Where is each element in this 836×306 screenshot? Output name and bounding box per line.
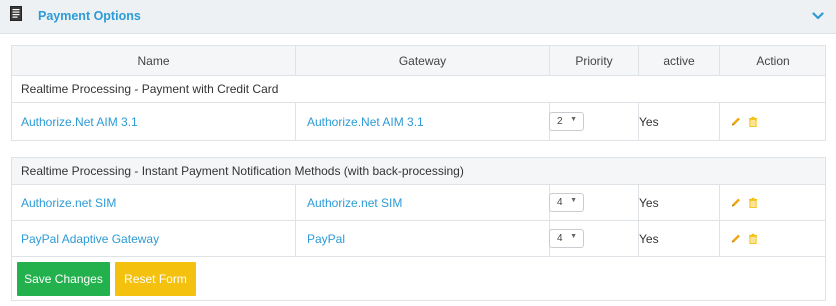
priority-select[interactable]: 4 ▼: [549, 193, 584, 212]
group-row: Realtime Processing - Instant Payment No…: [11, 157, 826, 185]
trash-icon[interactable]: [748, 116, 758, 127]
table-row: Authorize.Net AIM 3.1 Authorize.Net AIM …: [11, 103, 826, 141]
group-title: Realtime Processing - Instant Payment No…: [21, 164, 464, 178]
active-status: Yes: [639, 114, 659, 129]
priority-value: 4: [557, 197, 563, 208]
group-row: Realtime Processing - Payment with Credi…: [11, 76, 826, 103]
caret-down-icon: ▼: [570, 233, 577, 240]
caret-down-icon: ▼: [570, 197, 577, 204]
header-name: Name: [137, 53, 170, 68]
table-row: PayPal Adaptive Gateway PayPal 4 ▼ Yes: [11, 221, 826, 257]
priority-value: 4: [557, 233, 563, 244]
chevron-down-icon[interactable]: [812, 11, 824, 21]
priority-value: 2: [557, 116, 563, 127]
priority-select[interactable]: 2 ▼: [549, 112, 584, 131]
table-header: Name Gateway Priority active Action: [11, 45, 826, 76]
header-action: Action: [756, 53, 790, 68]
row-actions: [731, 233, 758, 244]
priority-select[interactable]: 4 ▼: [549, 229, 584, 248]
pencil-icon[interactable]: [731, 233, 741, 244]
trash-icon[interactable]: [748, 233, 758, 244]
caret-down-icon: ▼: [570, 116, 577, 123]
header-active: active: [663, 53, 695, 68]
document-icon: [10, 6, 22, 21]
panel-header[interactable]: Payment Options: [0, 0, 836, 34]
row-actions: [731, 197, 758, 208]
pencil-icon[interactable]: [731, 116, 741, 127]
method-name-link[interactable]: Authorize.Net AIM 3.1: [21, 115, 138, 129]
save-changes-button[interactable]: Save Changes: [17, 262, 110, 296]
table-row: Authorize.net SIM Authorize.net SIM 4 ▼ …: [11, 185, 826, 221]
gateway-link[interactable]: Authorize.Net AIM 3.1: [307, 115, 424, 129]
method-name-link[interactable]: PayPal Adaptive Gateway: [21, 232, 159, 246]
panel-title: Payment Options: [38, 9, 141, 23]
pencil-icon[interactable]: [731, 197, 741, 208]
reset-form-button[interactable]: Reset Form: [115, 262, 196, 296]
group-title: Realtime Processing - Payment with Credi…: [21, 82, 279, 96]
method-name-link[interactable]: Authorize.net SIM: [21, 196, 116, 210]
row-actions: [731, 116, 758, 127]
gateway-link[interactable]: PayPal: [307, 232, 345, 246]
header-priority: Priority: [575, 53, 613, 68]
active-status: Yes: [639, 231, 659, 246]
trash-icon[interactable]: [748, 197, 758, 208]
active-status: Yes: [639, 195, 659, 210]
header-gateway: Gateway: [398, 53, 447, 68]
gateway-link[interactable]: Authorize.net SIM: [307, 196, 402, 210]
